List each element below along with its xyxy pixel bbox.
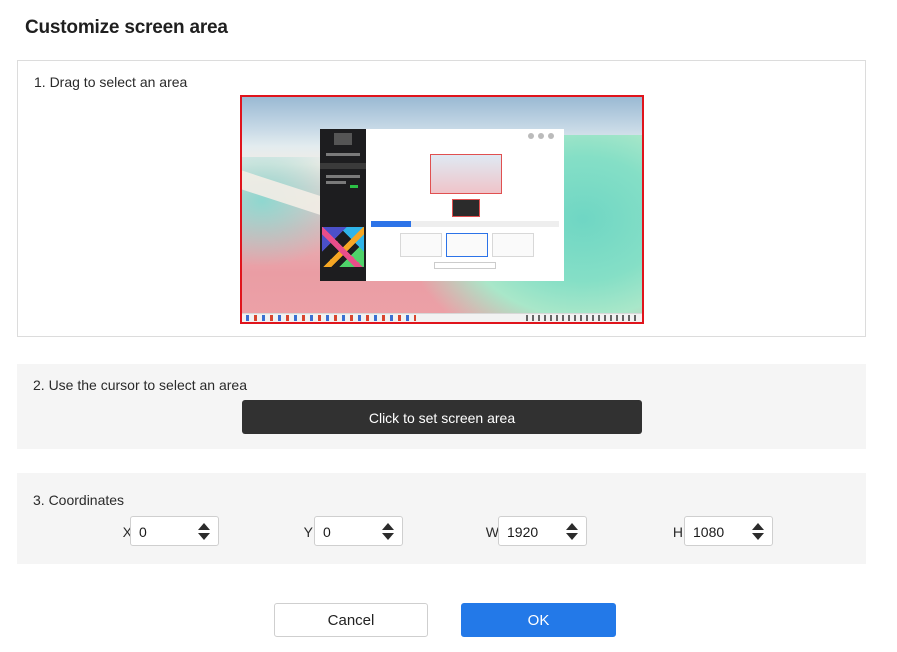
preview-taskbar [242,313,642,322]
preview-dropdown [434,262,496,269]
preview-app-logo [334,133,352,145]
preview-sidebar-line [326,153,360,156]
arrow-down-icon[interactable] [198,533,210,540]
x-stepper-icon[interactable] [198,523,210,541]
x-value[interactable]: 0 [139,524,147,540]
screen-preview-selection[interactable] [240,95,644,324]
preview-app-window [366,129,564,281]
cancel-button[interactable]: Cancel [274,603,428,637]
page-title: Customize screen area [25,17,228,38]
drag-select-section: 1. Drag to select an area [17,60,866,337]
preview-tablet-thumb [452,199,480,217]
arrow-down-icon[interactable] [752,533,764,540]
x-spinbox[interactable]: 0 [130,516,219,546]
preview-taskbar-tray [526,315,636,321]
arrow-up-icon[interactable] [198,523,210,530]
preview-taskbar-icons [246,315,416,321]
preview-screen-thumb [430,154,502,194]
h-value[interactable]: 1080 [693,524,724,540]
arrow-up-icon[interactable] [382,523,394,530]
preview-sidebar-active [320,163,366,169]
coord-h-label: H [672,524,683,540]
preview-toggle [350,185,358,188]
coord-w: W 1920 [479,516,609,548]
arrow-down-icon[interactable] [566,533,578,540]
drag-select-label: 1. Drag to select an area [34,74,188,90]
preview-tab-active [371,221,411,227]
coord-w-label: W [485,524,499,540]
ok-button[interactable]: OK [461,603,616,637]
preview-sidebar-line [326,181,346,184]
coord-y: Y 0 [293,516,423,548]
coordinates-section: 3. Coordinates X 0 Y 0 W 1920 H 1080 [17,473,866,564]
preview-monitor-icon [446,233,488,257]
arrow-down-icon[interactable] [382,533,394,540]
preview-monitor-icon [400,233,442,257]
coord-x: X 0 [112,516,242,548]
arrow-up-icon[interactable] [752,523,764,530]
preview-brand-graphic [322,227,364,267]
set-screen-area-button[interactable]: Click to set screen area [242,400,642,434]
preview-app-sidebar [320,129,366,281]
preview-monitor-icon [492,233,534,257]
w-spinbox[interactable]: 1920 [498,516,587,546]
coord-h: H 1080 [663,516,793,548]
preview-window-control [528,133,534,139]
coord-y-label: Y [303,524,313,540]
preview-window-control [548,133,554,139]
preview-sidebar-line [326,175,360,178]
cursor-select-section: 2. Use the cursor to select an area Clic… [17,364,866,449]
y-value[interactable]: 0 [323,524,331,540]
y-spinbox[interactable]: 0 [314,516,403,546]
arrow-up-icon[interactable] [566,523,578,530]
h-stepper-icon[interactable] [752,523,764,541]
preview-tabs [371,221,559,227]
preview-window-control [538,133,544,139]
coord-x-label: X [122,524,132,540]
h-spinbox[interactable]: 1080 [684,516,773,546]
y-stepper-icon[interactable] [382,523,394,541]
coordinates-label: 3. Coordinates [33,492,125,508]
w-value[interactable]: 1920 [507,524,538,540]
w-stepper-icon[interactable] [566,523,578,541]
cursor-select-label: 2. Use the cursor to select an area [33,377,247,393]
